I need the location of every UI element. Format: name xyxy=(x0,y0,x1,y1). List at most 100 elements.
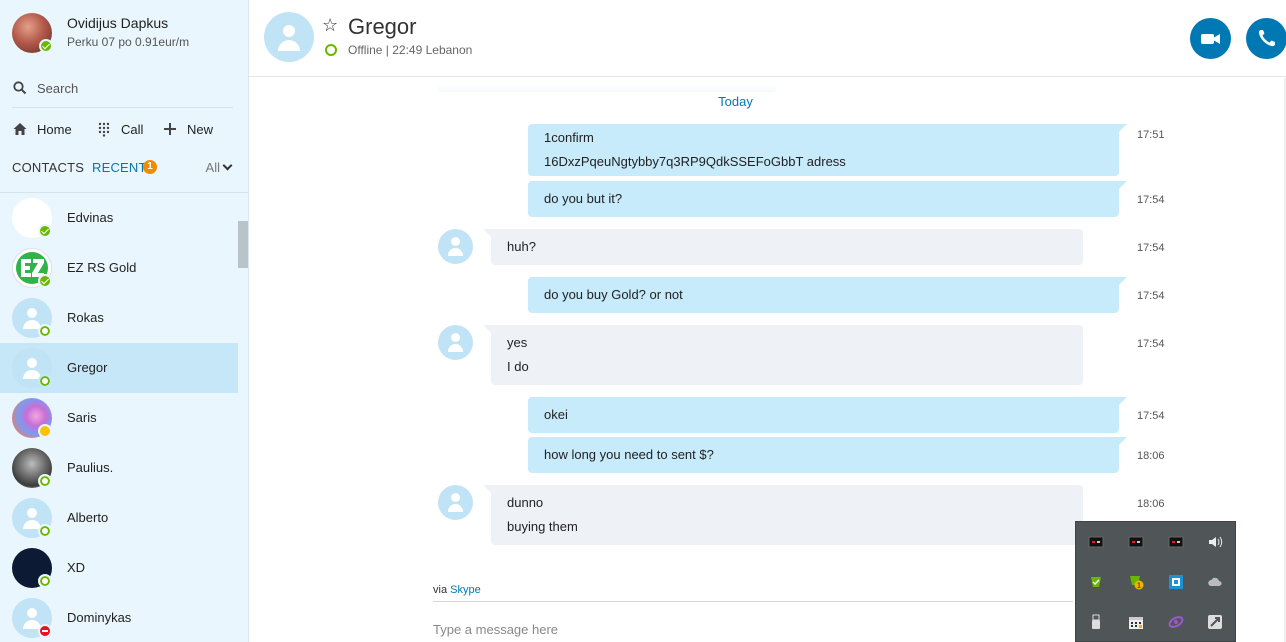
contact-item[interactable]: Edvinas xyxy=(0,193,238,243)
contact-item[interactable]: Paulius. xyxy=(0,443,238,493)
app-tray-icon-1[interactable] xyxy=(1088,534,1104,550)
my-mood-message[interactable]: Perku 07 po 0.91eur/m xyxy=(67,35,189,49)
chevron-down-icon xyxy=(222,160,233,171)
contact-item[interactable]: Saris xyxy=(0,393,238,443)
skype-link[interactable]: Skype xyxy=(450,584,481,596)
search-box[interactable] xyxy=(12,76,233,108)
recent-unread-badge: 1 xyxy=(143,160,157,174)
contact-item[interactable]: XD xyxy=(0,543,238,593)
contact-list-scrollbar[interactable] xyxy=(238,221,248,268)
filter-dropdown-label: All xyxy=(205,160,220,175)
purple-app-icon[interactable] xyxy=(1168,614,1184,630)
search-icon xyxy=(13,81,27,95)
contact-name: EZ RS Gold xyxy=(67,260,137,275)
blue-app-icon[interactable] xyxy=(1168,574,1184,590)
via-skype-label: via Skype xyxy=(433,584,481,596)
online-status-icon xyxy=(38,224,52,238)
message-timestamp: 17:51 xyxy=(1137,129,1165,141)
video-camera-icon xyxy=(1201,34,1220,44)
offline-status-icon xyxy=(325,44,337,56)
outgoing-message[interactable]: 1confirm 16DxzPqeuNgtybby7q3RP9QdkSSEFoG… xyxy=(528,124,1127,176)
away-status-icon xyxy=(38,424,52,438)
incoming-message[interactable]: yes I do xyxy=(483,325,1083,385)
message-input[interactable] xyxy=(433,617,1053,641)
contact-name: Gregor xyxy=(67,360,108,375)
nav-home[interactable]: Home xyxy=(12,119,72,139)
home-icon xyxy=(13,123,27,135)
conversation-header: ☆ Gregor Offline | 22:49 Lebanon xyxy=(249,0,1286,77)
app-tray-icon-2[interactable] xyxy=(1128,534,1144,550)
my-display-name: Ovidijus Dapkus xyxy=(67,15,169,31)
message-text: 1confirm xyxy=(544,130,594,145)
contact-item-selected[interactable]: Gregor xyxy=(0,343,238,393)
my-profile[interactable]: Ovidijus Dapkus Perku 07 po 0.91eur/m xyxy=(12,13,242,57)
sender-avatar[interactable] xyxy=(438,325,473,360)
outgoing-message[interactable]: do you but it? xyxy=(528,181,1127,217)
volume-icon[interactable] xyxy=(1207,534,1223,550)
message-text: do you but it? xyxy=(544,191,623,206)
message-timestamp: 18:06 xyxy=(1137,498,1165,510)
contact-name: Dominykas xyxy=(67,610,132,625)
sender-avatar[interactable] xyxy=(438,485,473,520)
outgoing-message[interactable]: do you buy Gold? or not xyxy=(528,277,1127,313)
app-tray-icon-3[interactable] xyxy=(1168,534,1184,550)
conversation-avatar[interactable] xyxy=(264,12,314,62)
message-text: how long you need to sent $? xyxy=(544,447,714,462)
system-tray-overflow: 1 xyxy=(1075,521,1236,642)
main-nav: Home Call New xyxy=(12,119,237,139)
do-not-disturb-status-icon xyxy=(38,624,52,638)
contact-item[interactable]: Alberto xyxy=(0,493,238,543)
sender-avatar[interactable] xyxy=(438,229,473,264)
usb-icon[interactable] xyxy=(1088,614,1104,630)
faded-previous-message xyxy=(437,84,777,92)
phone-icon xyxy=(1258,30,1275,47)
favorite-star-icon[interactable]: ☆ xyxy=(322,15,338,36)
dialpad-icon xyxy=(98,122,110,137)
offline-status-icon xyxy=(38,374,52,388)
nav-new[interactable]: New xyxy=(162,119,213,139)
incoming-message[interactable]: huh? xyxy=(483,229,1083,265)
tab-recent[interactable]: RECENT xyxy=(92,160,147,175)
cloud-icon[interactable] xyxy=(1207,574,1223,590)
contact-name: Saris xyxy=(67,410,97,425)
contact-item[interactable]: Rokas xyxy=(0,293,238,343)
search-input[interactable] xyxy=(37,78,227,98)
message-timestamp: 17:54 xyxy=(1137,194,1165,206)
conversation-title[interactable]: Gregor xyxy=(348,14,416,40)
contact-name: Edvinas xyxy=(67,210,114,225)
sidebar: Ovidijus Dapkus Perku 07 po 0.91eur/m Ho… xyxy=(0,0,249,642)
message-text: 16DxzPqeuNgtybby7q3RP9QdkSSEFoGbbT adres… xyxy=(544,154,846,169)
outgoing-message[interactable]: how long you need to sent $? xyxy=(528,437,1127,473)
message-text: I do xyxy=(507,359,529,374)
filter-dropdown[interactable]: All xyxy=(205,160,233,175)
message-timestamp: 17:54 xyxy=(1137,242,1165,254)
contact-name: Rokas xyxy=(67,310,104,325)
online-status-icon xyxy=(38,274,52,288)
incoming-message[interactable]: dunno buying them xyxy=(483,485,1083,545)
nav-home-label: Home xyxy=(37,121,72,137)
contact-tabs: CONTACTS RECENT 1 All xyxy=(12,160,237,180)
date-separator: Today xyxy=(249,94,1286,109)
contact-name: Paulius. xyxy=(67,460,114,475)
nav-call-label: Call xyxy=(121,121,144,137)
calendar-icon[interactable] xyxy=(1128,614,1144,630)
message-timestamp: 18:06 xyxy=(1137,450,1165,462)
contact-item[interactable]: Dominykas xyxy=(0,593,238,642)
contact-name: XD xyxy=(67,560,86,575)
nav-new-label: New xyxy=(187,121,214,137)
via-prefix: via xyxy=(433,584,448,596)
message-timestamp: 17:54 xyxy=(1137,410,1165,422)
notification-app-icon[interactable]: 1 xyxy=(1128,574,1144,590)
contact-item[interactable]: EZ RS Gold xyxy=(0,243,238,293)
outgoing-message[interactable]: okei xyxy=(528,397,1127,433)
nav-call[interactable]: Call xyxy=(96,119,143,139)
svg-text:1: 1 xyxy=(1137,583,1141,590)
date-separator-label: Today xyxy=(718,94,753,109)
message-text: dunno xyxy=(507,495,544,510)
audio-call-button[interactable] xyxy=(1246,18,1286,59)
conversation-presence: Offline | 22:49 Lebanon xyxy=(348,43,473,57)
message-text: huh? xyxy=(507,239,536,254)
green-app-icon[interactable] xyxy=(1088,574,1104,590)
video-call-button[interactable] xyxy=(1190,18,1231,59)
gray-app-icon[interactable] xyxy=(1207,614,1223,630)
